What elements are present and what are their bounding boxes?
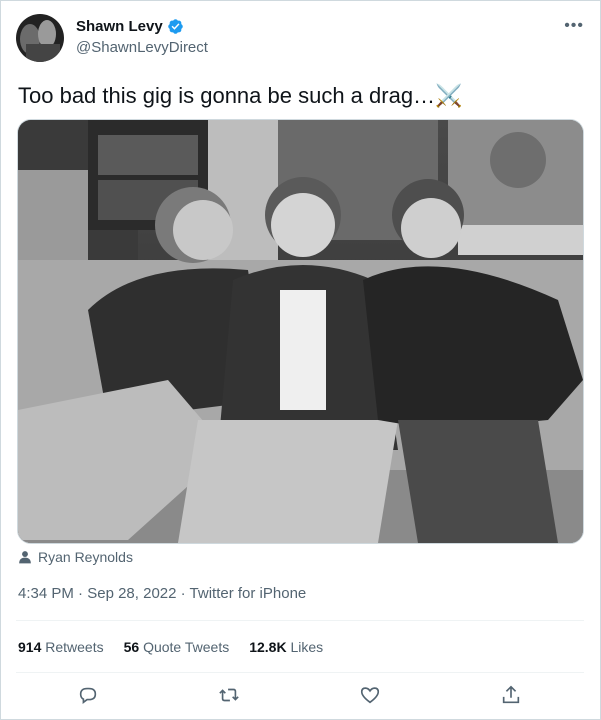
divider xyxy=(16,620,584,621)
tweet-header: Shawn Levy @ShawnLevyDirect ••• xyxy=(16,14,586,64)
tweet-photo[interactable] xyxy=(17,119,584,544)
verified-badge-icon xyxy=(167,18,184,35)
quotes-label: Quote Tweets xyxy=(143,639,230,655)
reply-icon[interactable] xyxy=(77,684,101,708)
author-handle[interactable]: @ShawnLevyDirect xyxy=(76,39,208,56)
meta-separator-1: · xyxy=(78,585,84,602)
tweet-source[interactable]: Twitter for iPhone xyxy=(190,585,307,602)
tagged-user[interactable]: Ryan Reynolds xyxy=(38,549,133,565)
likes-stat[interactable]: 12.8K Likes xyxy=(249,639,323,655)
tweet-date[interactable]: Sep 28, 2022 xyxy=(87,585,176,602)
media-tag[interactable]: Ryan Reynolds xyxy=(18,549,133,565)
person-icon xyxy=(19,551,31,564)
action-bar xyxy=(0,682,601,710)
retweet-icon[interactable] xyxy=(218,684,242,708)
author-name[interactable]: Shawn Levy xyxy=(76,18,163,35)
retweets-label: Retweets xyxy=(45,639,104,655)
quote-tweets-stat[interactable]: 56 Quote Tweets xyxy=(124,639,230,655)
quotes-count: 56 xyxy=(123,639,140,655)
likes-label: Likes xyxy=(290,639,324,655)
tweet-meta: 4:34 PM · Sep 28, 2022 · Twitter for iPh… xyxy=(18,585,306,602)
avatar[interactable] xyxy=(16,14,64,62)
engagement-stats: 914 Retweets 56 Quote Tweets 12.8K Likes xyxy=(18,639,323,655)
retweets-count: 914 xyxy=(18,639,42,655)
meta-separator-2: · xyxy=(180,585,186,602)
retweets-stat[interactable]: 914 Retweets xyxy=(18,639,104,655)
tweet-time[interactable]: 4:34 PM xyxy=(18,585,74,602)
divider xyxy=(16,672,584,673)
tweet-text: Too bad this gig is gonna be such a drag… xyxy=(18,83,463,108)
author-name-row[interactable]: Shawn Levy xyxy=(76,18,184,35)
heart-icon[interactable] xyxy=(359,684,383,708)
likes-count: 12.8K xyxy=(249,639,287,655)
share-icon[interactable] xyxy=(500,684,524,708)
more-dots-icon[interactable]: ••• xyxy=(564,18,584,34)
